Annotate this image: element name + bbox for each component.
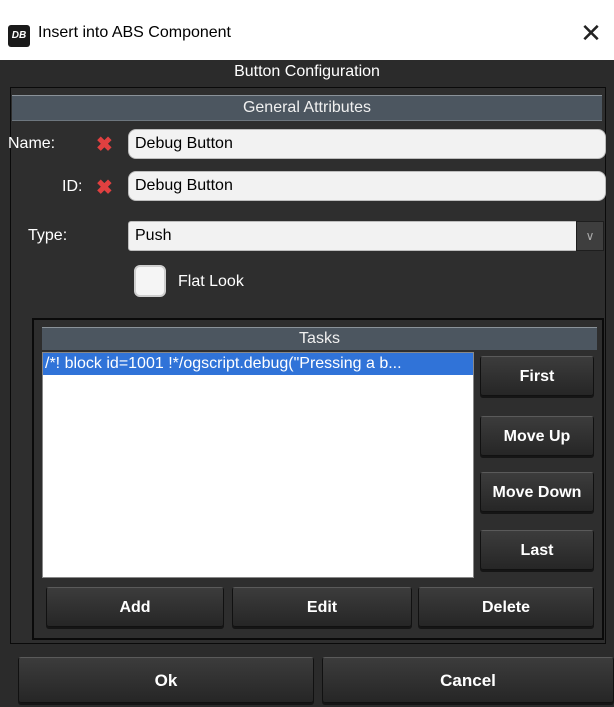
last-button[interactable]: Last [480, 530, 594, 570]
type-select[interactable]: Push [128, 221, 600, 251]
task-list[interactable]: /*! block id=1001 !*/ogscript.debug("Pre… [42, 352, 474, 578]
cancel-button[interactable]: Cancel [322, 657, 614, 703]
general-attributes-header: General Attributes [12, 95, 602, 121]
move-up-button[interactable]: Move Up [480, 416, 594, 456]
id-label: ID: [62, 178, 83, 195]
chevron-down-icon[interactable]: ∨ [576, 221, 604, 251]
list-item[interactable]: /*! block id=1001 !*/ogscript.debug("Pre… [43, 353, 473, 375]
name-field[interactable]: Debug Button [128, 129, 606, 159]
close-icon[interactable]: ✕ [576, 18, 606, 48]
dialog-window: DB Insert into ABS Component ✕ Button Co… [0, 0, 614, 707]
flat-look-checkbox[interactable] [134, 265, 166, 297]
id-required-icon: ✖ [96, 177, 113, 199]
flat-look-label: Flat Look [178, 273, 244, 290]
edit-button[interactable]: Edit [232, 587, 412, 627]
move-down-button[interactable]: Move Down [480, 472, 594, 512]
app-icon: DB [8, 25, 30, 47]
type-label: Type: [28, 227, 68, 244]
ok-button[interactable]: Ok [18, 657, 314, 703]
first-button[interactable]: First [480, 356, 594, 396]
add-button[interactable]: Add [46, 587, 224, 627]
dialog-subtitle: Button Configuration [0, 60, 614, 84]
window-title: Insert into ABS Component [38, 24, 231, 41]
name-required-icon: ✖ [96, 134, 113, 156]
name-label: Name: [8, 135, 56, 152]
id-field[interactable]: Debug Button [128, 171, 606, 201]
delete-button[interactable]: Delete [418, 587, 594, 627]
tasks-header: Tasks [42, 327, 597, 350]
